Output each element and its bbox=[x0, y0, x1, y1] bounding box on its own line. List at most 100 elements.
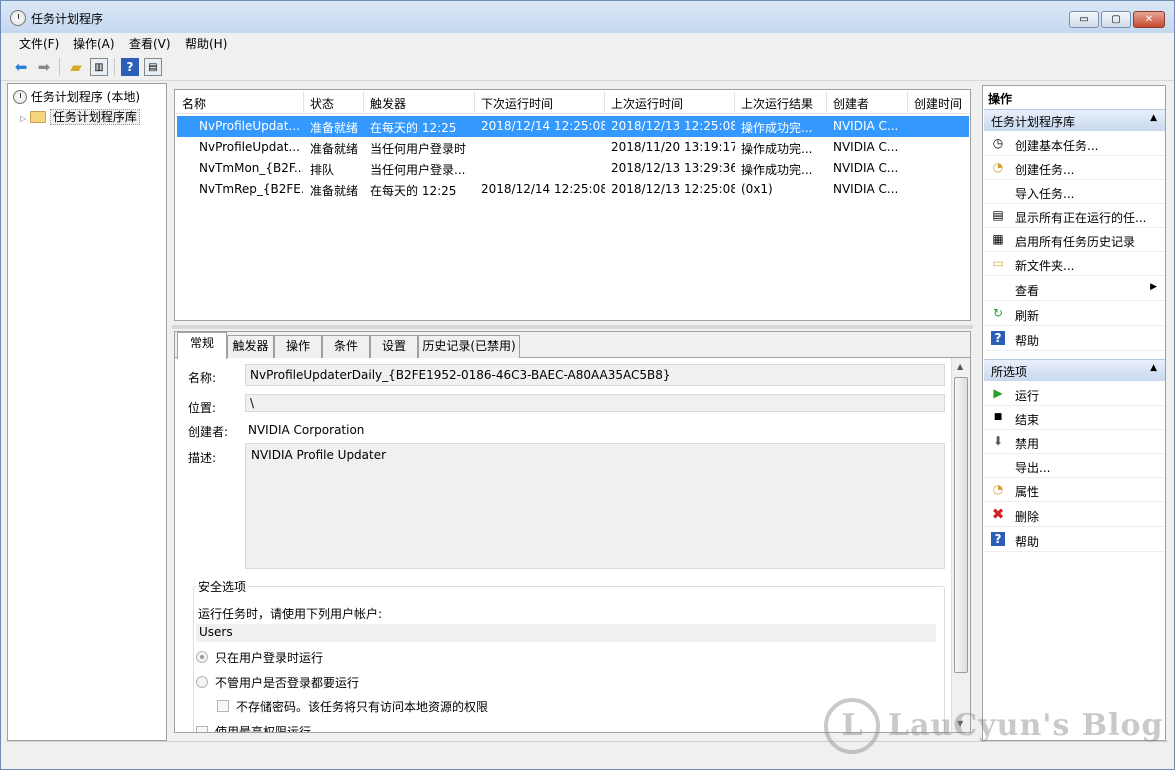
forward-arrow-icon[interactable]: ➡ bbox=[35, 58, 53, 76]
run-only-logged-on-radio[interactable] bbox=[196, 651, 208, 663]
column-header-last-result[interactable]: 上次运行结果 bbox=[741, 95, 813, 112]
blog-watermark: L LauCyun's Blog bbox=[824, 698, 1164, 756]
column-header-status[interactable]: 状态 bbox=[310, 95, 334, 112]
task-name: NvProfileUpdat... bbox=[199, 140, 300, 154]
action-label: 创建任务... bbox=[1015, 163, 1075, 177]
task-last-run: 2018/12/13 13:29:36 bbox=[611, 161, 735, 175]
column-header-author[interactable]: 创建者 bbox=[833, 95, 869, 112]
task-trigger: 在每天的 12:25 bbox=[370, 121, 457, 135]
tree-root-node[interactable]: 任务计划程序 (本地) bbox=[13, 88, 140, 105]
maximize-button[interactable]: ▢ bbox=[1101, 11, 1131, 28]
action-new-folder[interactable]: ▭ 新文件夹... bbox=[984, 252, 1165, 276]
section-library-header[interactable]: 任务计划程序库 ▲ bbox=[984, 109, 1165, 131]
task-trigger: 当任何用户登录时 bbox=[370, 142, 467, 156]
column-header-name[interactable]: 名称 bbox=[182, 95, 206, 112]
task-scheduler-app-icon bbox=[10, 10, 26, 26]
action-enable-history[interactable]: ▦ 启用所有任务历史记录 bbox=[984, 228, 1165, 252]
run-whether-logged-on-radio[interactable] bbox=[196, 676, 208, 688]
run-as-user-field[interactable]: Users bbox=[196, 624, 936, 642]
menu-help[interactable]: 帮助(H) bbox=[185, 35, 227, 52]
run-only-logged-on-label: 只在用户登录时运行 bbox=[215, 651, 324, 665]
refresh-icon: ↻ bbox=[992, 306, 1004, 320]
action-label: 结束 bbox=[1015, 413, 1040, 427]
properties-icon: ◔ bbox=[992, 482, 1004, 496]
menu-bar: 文件(F) 操作(A) 查看(V) 帮助(H) bbox=[1, 33, 1174, 53]
run-icon: ▶ bbox=[993, 386, 1003, 400]
menu-action[interactable]: 操作(A) bbox=[73, 35, 115, 52]
action-create-basic-task[interactable]: ◷ 创建基本任务... bbox=[984, 132, 1165, 156]
actions-pane: 操作 任务计划程序库 ▲ ◷ 创建基本任务... ◔ 创建任务... 导入任务.… bbox=[982, 85, 1166, 741]
action-label: 显示所有正在运行的任... bbox=[1015, 211, 1147, 225]
run-highest-privileges-checkbox[interactable] bbox=[196, 726, 208, 732]
action-label: 导出... bbox=[1015, 461, 1051, 475]
task-row[interactable]: NvProfileUpdat... 准备就绪 当任何用户登录时 2018/11/… bbox=[177, 137, 969, 158]
column-header-last-run[interactable]: 上次运行时间 bbox=[611, 95, 683, 112]
column-header-created[interactable]: 创建时间 bbox=[914, 95, 962, 112]
up-folder-icon[interactable]: ▰ bbox=[67, 58, 85, 76]
action-refresh[interactable]: ↻ 刷新 bbox=[984, 302, 1165, 326]
action-properties[interactable]: ◔ 属性 bbox=[984, 478, 1165, 502]
action-disable[interactable]: ⬇ 禁用 bbox=[984, 430, 1165, 454]
action-export[interactable]: 导出... bbox=[984, 454, 1165, 478]
tab-triggers[interactable]: 触发器 bbox=[227, 335, 274, 358]
tab-general[interactable]: 常规 bbox=[177, 332, 227, 359]
tab-history[interactable]: 历史记录(已禁用) bbox=[418, 335, 520, 358]
tab-actions[interactable]: 操作 bbox=[274, 335, 322, 358]
task-row[interactable]: NvTmRep_{B2FE... 准备就绪 在每天的 12:25 2018/12… bbox=[177, 179, 969, 200]
expand-triangle-icon[interactable]: ▷ bbox=[20, 114, 26, 123]
scroll-up-arrow-icon[interactable]: ▲ bbox=[957, 362, 963, 371]
column-header-trigger[interactable]: 触发器 bbox=[370, 95, 406, 112]
show-hide-tree-icon[interactable]: ▥ bbox=[90, 58, 108, 76]
do-not-store-password-label: 不存储密码。该任务将只有访问本地资源的权限 bbox=[236, 700, 489, 714]
action-display-running-tasks[interactable]: ▤ 显示所有正在运行的任... bbox=[984, 204, 1165, 228]
action-label: 运行 bbox=[1015, 389, 1040, 403]
task-list-header: 名称 状态 触发器 下次运行时间 上次运行时间 上次运行结果 创建者 创建时间 bbox=[175, 90, 970, 114]
action-label: 新文件夹... bbox=[1015, 259, 1075, 273]
name-field[interactable]: NvProfileUpdaterDaily_{B2FE1952-0186-46C… bbox=[245, 364, 945, 386]
help-icon[interactable]: ? bbox=[121, 58, 139, 76]
location-field[interactable]: \ bbox=[245, 394, 945, 412]
scroll-thumb[interactable] bbox=[954, 377, 968, 673]
task-row[interactable]: NvProfileUpdat... 准备就绪 在每天的 12:25 2018/1… bbox=[177, 116, 969, 137]
name-label: 名称: bbox=[188, 371, 217, 385]
task-author: NVIDIA C... bbox=[833, 182, 899, 196]
new-folder-icon: ▭ bbox=[992, 256, 1004, 270]
column-header-next-run[interactable]: 下次运行时间 bbox=[481, 95, 553, 112]
collapse-arrow-icon[interactable]: ▲ bbox=[1150, 113, 1157, 123]
close-button[interactable]: ✕ bbox=[1133, 11, 1165, 28]
details-scrollbar[interactable]: ▲ ▼ bbox=[951, 358, 970, 732]
collapse-arrow-icon[interactable]: ▲ bbox=[1150, 363, 1157, 373]
action-import-task[interactable]: 导入任务... bbox=[984, 180, 1165, 204]
pane-splitter[interactable] bbox=[172, 325, 973, 329]
action-label: 属性 bbox=[1015, 485, 1040, 499]
task-author: NVIDIA C... bbox=[833, 119, 899, 133]
menu-view[interactable]: 查看(V) bbox=[129, 35, 171, 52]
title-bar[interactable]: 任务计划程序 ▭ ▢ ✕ bbox=[1, 1, 1174, 33]
do-not-store-password-checkbox[interactable] bbox=[217, 700, 229, 712]
action-view[interactable]: 查看 ▶ bbox=[984, 277, 1165, 301]
action-delete[interactable]: ✖ 删除 bbox=[984, 503, 1165, 527]
description-field[interactable]: NVIDIA Profile Updater bbox=[245, 443, 945, 569]
watermark-logo: L bbox=[824, 698, 880, 754]
menu-file[interactable]: 文件(F) bbox=[19, 35, 59, 52]
section-selected-header[interactable]: 所选项 ▲ bbox=[984, 359, 1165, 381]
action-create-task[interactable]: ◔ 创建任务... bbox=[984, 156, 1165, 180]
tab-conditions[interactable]: 条件 bbox=[322, 335, 370, 358]
show-hide-action-pane-icon[interactable]: ▤ bbox=[144, 58, 162, 76]
back-arrow-icon[interactable]: ⬅ bbox=[12, 58, 30, 76]
minimize-button[interactable]: ▭ bbox=[1069, 11, 1099, 28]
task-row[interactable]: NvTmMon_{B2F... 排队 当任何用户登录... 2018/12/13… bbox=[177, 158, 969, 179]
task-last-run: 2018/11/20 13:19:17 bbox=[611, 140, 735, 154]
action-help-selected[interactable]: ? 帮助 bbox=[984, 528, 1165, 552]
action-help[interactable]: ? 帮助 bbox=[984, 327, 1165, 351]
tree-library-node[interactable]: ▷ 任务计划程序库 bbox=[20, 108, 140, 125]
author-value: NVIDIA Corporation bbox=[248, 423, 365, 437]
run-whether-logged-on-label: 不管用户是否登录都要运行 bbox=[215, 676, 360, 690]
task-list: 名称 状态 触发器 下次运行时间 上次运行时间 上次运行结果 创建者 创建时间 … bbox=[174, 89, 971, 321]
folder-clock-icon bbox=[29, 111, 46, 123]
action-end[interactable]: ■ 结束 bbox=[984, 406, 1165, 430]
tab-settings[interactable]: 设置 bbox=[370, 335, 418, 358]
section-selected-label: 所选项 bbox=[991, 365, 1028, 379]
toolbar-separator bbox=[114, 58, 115, 76]
action-run[interactable]: ▶ 运行 bbox=[984, 382, 1165, 406]
